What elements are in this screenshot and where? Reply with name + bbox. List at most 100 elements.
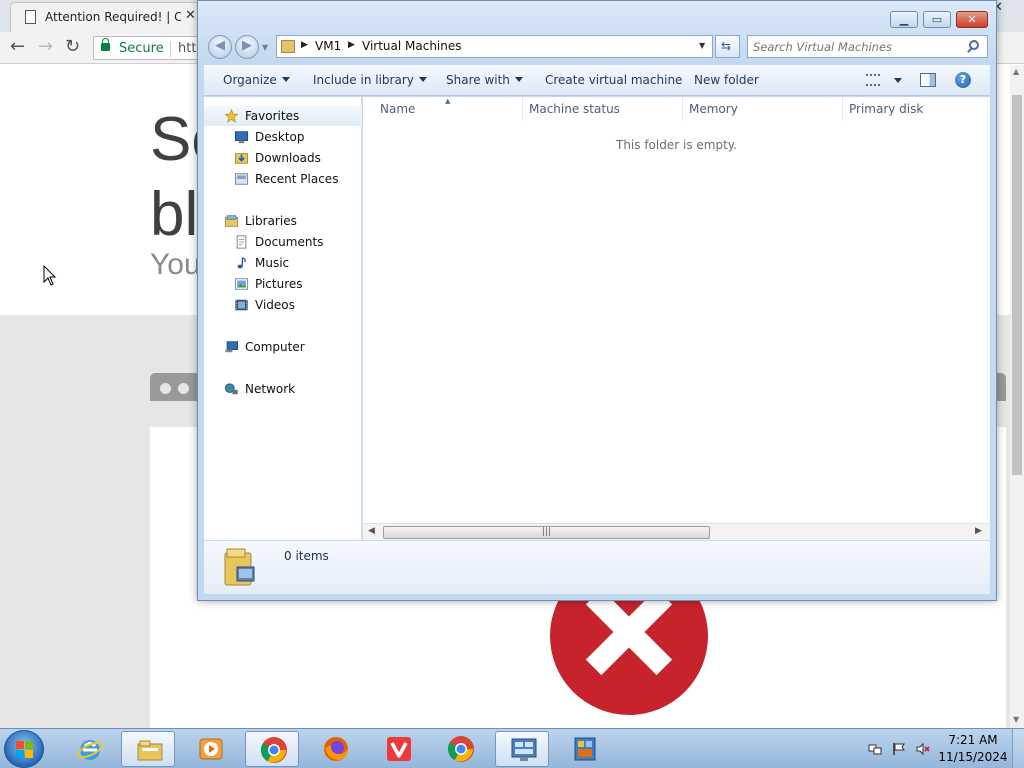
scroll-grip-icon: |||	[542, 527, 552, 537]
search-box[interactable]	[747, 35, 988, 58]
tab-close-icon[interactable]: ✕	[185, 8, 196, 23]
taskbar-windows-media-player[interactable]	[183, 731, 237, 767]
item-count: 0 items	[284, 549, 329, 563]
url-text: htt	[178, 41, 197, 56]
desktop-icon	[234, 131, 249, 144]
minimize-button[interactable]: ▁	[890, 11, 918, 28]
taskbar-firefox[interactable]	[308, 731, 362, 767]
network-globe-icon	[224, 383, 238, 395]
include-in-library-menu[interactable]: Include in library	[313, 73, 427, 87]
computer-icon	[225, 341, 239, 353]
back-button[interactable]: ◀	[208, 35, 232, 59]
view-options-chevron-icon[interactable]	[894, 78, 902, 83]
nav-downloads[interactable]: Downloads	[204, 148, 362, 168]
help-icon[interactable]: ?	[955, 72, 971, 88]
column-header-name[interactable]: ▲ Name	[363, 97, 523, 121]
scroll-left-icon[interactable]: ◀	[368, 526, 375, 536]
back-arrow-icon: ◀	[215, 38, 225, 53]
nav-computer-label: Computer	[245, 340, 305, 354]
change-view-icon[interactable]	[866, 74, 880, 86]
content-pane[interactable]: ▲ Name Machine status Memory Primary dis…	[363, 97, 990, 540]
taskbar-google-chrome[interactable]	[245, 731, 299, 767]
breadcrumb-chevron-icon[interactable]: ▶	[301, 40, 308, 50]
scrollbar-thumb[interactable]	[1012, 95, 1022, 475]
taskbar-control-panel[interactable]	[495, 731, 549, 767]
chrome-tab[interactable]: Attention Required! | Clo ✕	[10, 2, 200, 32]
taskbar-vivaldi[interactable]	[371, 731, 425, 767]
breadcrumb-chevron-icon[interactable]: ▶	[348, 40, 355, 50]
chrome-icon	[260, 737, 287, 763]
nav-network[interactable]: Network	[204, 379, 362, 399]
nav-recent-places-label: Recent Places	[255, 172, 339, 186]
nav-network-label: Network	[245, 382, 296, 396]
nav-videos[interactable]: Videos	[204, 295, 362, 315]
virtual-machine-icon	[574, 737, 596, 761]
organize-menu[interactable]: Organize	[223, 73, 290, 87]
refresh-button[interactable]: ⇆	[715, 35, 740, 58]
scroll-up-icon[interactable]: ▲	[1013, 67, 1019, 76]
sort-ascending-icon: ▲	[445, 97, 451, 105]
search-icon[interactable]	[969, 40, 979, 50]
network-status-icon[interactable]	[868, 742, 882, 756]
nav-recent-places[interactable]: Recent Places	[204, 169, 362, 189]
nav-favorites[interactable]: Favorites	[204, 106, 362, 126]
page-icon	[25, 10, 36, 24]
horizontal-scrollbar[interactable]: ◀ ||| ▶	[363, 523, 990, 540]
nav-desktop[interactable]: Desktop	[204, 127, 362, 147]
forward-arrow-icon: ▶	[242, 38, 252, 53]
nav-music[interactable]: Music	[204, 253, 362, 273]
nav-libraries[interactable]: Libraries	[204, 211, 362, 231]
maximize-button[interactable]: ▭	[923, 11, 951, 28]
nav-documents[interactable]: Documents	[204, 232, 362, 252]
reload-icon[interactable]: ↻	[65, 36, 80, 57]
secure-label: Secure	[119, 41, 164, 56]
back-arrow-icon[interactable]: ←	[10, 36, 25, 57]
taskbar-google-chrome-2[interactable]	[433, 731, 487, 767]
taskbar-internet-explorer[interactable]	[62, 731, 116, 767]
clock-time[interactable]: 7:21 AM	[944, 733, 1002, 747]
breadcrumb-vm1[interactable]: VM1	[315, 39, 341, 53]
nav-music-label: Music	[255, 256, 290, 270]
forward-arrow-icon[interactable]: →	[38, 36, 53, 57]
preview-pane-icon[interactable]	[920, 73, 936, 87]
chrome-omnibox[interactable]: Secure htt	[93, 36, 203, 60]
pictures-icon	[234, 278, 249, 290]
nav-pictures[interactable]: Pictures	[204, 274, 362, 294]
mouse-pointer-icon	[43, 265, 57, 286]
horizontal-scroll-thumb[interactable]: |||	[383, 526, 710, 539]
column-header-memory[interactable]: Memory	[683, 97, 843, 121]
scroll-down-icon[interactable]: ▼	[1013, 715, 1019, 724]
scroll-right-icon[interactable]: ▶	[975, 526, 982, 536]
address-dropdown-icon[interactable]: ▼	[699, 41, 705, 50]
chrome-scrollbar[interactable]: ▲ ▼	[1010, 65, 1024, 730]
close-icon: ✕	[967, 13, 977, 26]
recent-places-icon	[234, 173, 249, 185]
action-center-flag-icon[interactable]	[892, 742, 906, 756]
column-header-machine-status[interactable]: Machine status	[523, 97, 683, 121]
address-bar[interactable]: ▶ VM1 ▶ Virtual Machines ▼	[276, 35, 713, 58]
nav-computer[interactable]: Computer	[204, 337, 362, 357]
search-input[interactable]	[753, 39, 958, 54]
downloads-folder-icon	[234, 153, 249, 164]
new-folder-button[interactable]: New folder	[694, 73, 759, 87]
column-header-primary-disk[interactable]: Primary disk	[843, 97, 990, 121]
share-with-menu[interactable]: Share with	[446, 73, 523, 87]
close-button[interactable]: ✕	[956, 11, 988, 28]
start-button[interactable]	[4, 730, 44, 768]
lock-icon	[101, 38, 110, 51]
taskbar-virtual-machines[interactable]	[557, 731, 611, 767]
show-desktop-button[interactable]	[1012, 729, 1024, 768]
control-panel-icon	[511, 738, 537, 761]
forward-button[interactable]: ▶	[235, 35, 259, 59]
clock-date[interactable]: 11/15/2024	[936, 750, 1010, 764]
taskbar-windows-explorer[interactable]	[121, 731, 175, 767]
omnibox-divider	[170, 41, 171, 57]
vm-folder-icon	[281, 40, 295, 53]
recent-pages-dropdown-icon[interactable]: ▼	[262, 43, 268, 52]
vivaldi-icon	[387, 737, 411, 761]
nav-libraries-label: Libraries	[245, 214, 297, 228]
volume-muted-icon[interactable]	[916, 742, 930, 756]
folder-icon	[137, 740, 163, 761]
breadcrumb-virtual-machines[interactable]: Virtual Machines	[362, 39, 462, 53]
create-virtual-machine-button[interactable]: Create virtual machine	[545, 73, 682, 87]
